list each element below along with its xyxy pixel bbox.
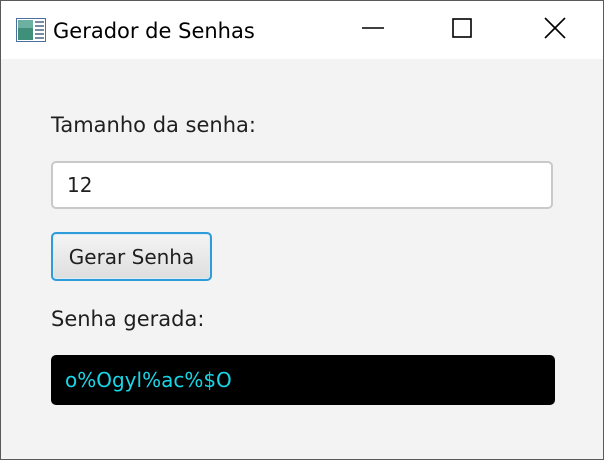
close-icon: [544, 17, 566, 43]
maximize-icon: [452, 17, 474, 43]
minimize-button[interactable]: [327, 1, 419, 59]
app-window: Gerador de Senhas Tamanho da senha: Gera…: [0, 0, 604, 460]
window-title: Gerador de Senhas: [53, 19, 255, 43]
password-length-input[interactable]: [51, 161, 553, 209]
app-icon: [16, 18, 46, 42]
maximize-button[interactable]: [417, 1, 509, 59]
close-button[interactable]: [509, 1, 601, 59]
password-length-label: Tamanho da senha:: [51, 113, 256, 137]
generated-password-label: Senha gerada:: [51, 307, 205, 331]
title-bar[interactable]: Gerador de Senhas: [1, 1, 603, 59]
minimize-icon: [362, 17, 384, 43]
form-panel: Tamanho da senha: Gerar Senha Senha gera…: [1, 59, 603, 459]
generate-password-button[interactable]: Gerar Senha: [51, 232, 212, 281]
generated-password-output[interactable]: o%Ogyl%ac%$O: [51, 355, 555, 405]
